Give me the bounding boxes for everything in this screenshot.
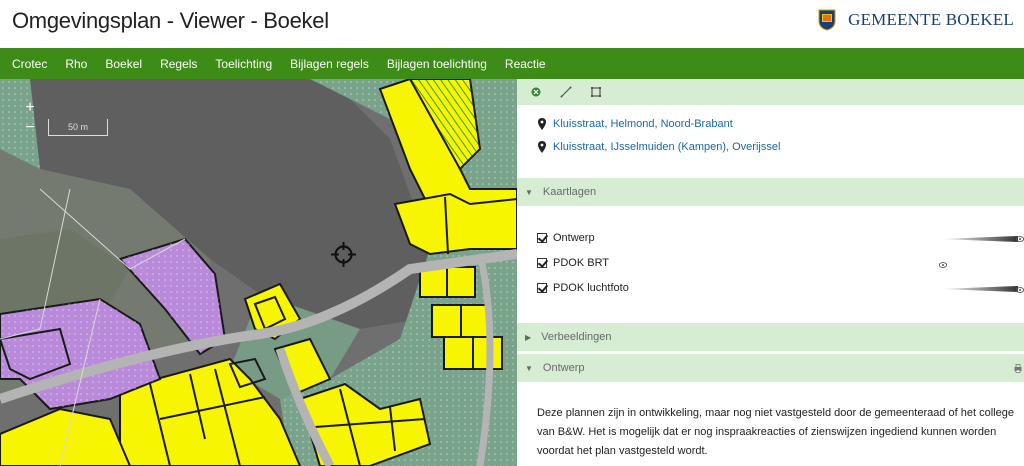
caret-right-icon: ▶	[525, 332, 532, 342]
layer-label: PDOK luchtfoto	[553, 282, 629, 294]
nav-item-regels[interactable]: Regels	[160, 57, 197, 71]
draw-line-icon	[560, 86, 572, 98]
layer-label: PDOK BRT	[553, 257, 610, 269]
eye-icon[interactable]	[939, 262, 947, 268]
zoom-out-button[interactable]: −	[20, 119, 40, 137]
nav-item-toelichting[interactable]: Toelichting	[215, 57, 272, 71]
nav-item-boekel[interactable]: Boekel	[105, 57, 142, 71]
layer-checkbox[interactable]	[537, 233, 547, 243]
print-icon[interactable]	[1014, 364, 1022, 373]
zoom-in-button[interactable]: +	[20, 99, 40, 117]
opacity-slider[interactable]	[940, 286, 1018, 292]
draw-polygon-icon	[591, 87, 601, 97]
opacity-slider[interactable]	[940, 236, 1018, 242]
crosshair-icon	[331, 242, 356, 267]
section-label: Kaartlagen	[542, 186, 597, 198]
brand-name: GEMEENTE BOEKEL	[848, 10, 1014, 29]
caret-down-icon: ▼	[525, 187, 533, 197]
plan-description: Deze plannen zijn in ontwikkeling, maar …	[537, 407, 1014, 457]
location-pin-icon	[538, 141, 546, 153]
brand[interactable]: GEMEENTE BOEKEL	[818, 9, 1014, 31]
search-result-label: Kluisstraat, Helmond, Noord-Brabant	[553, 118, 733, 130]
section-label: Verbeeldingen	[541, 331, 612, 343]
layer-label: Ontwerp	[553, 232, 595, 244]
app-title: Omgevingsplan - Viewer - Boekel	[12, 8, 329, 33]
main-nav: Crotec Rho Boekel Regels Toelichting Bij…	[0, 48, 1024, 79]
location-pin-icon	[538, 118, 546, 130]
nav-item-crotec[interactable]: Crotec	[12, 57, 47, 71]
draw-polygon-button[interactable]	[585, 82, 607, 102]
scale-bar: 50 m	[48, 119, 108, 136]
map-canvas[interactable]	[0, 79, 517, 466]
yellow-zone	[393, 192, 517, 256]
search-result-item[interactable]: Kluisstraat, IJsselmuiden (Kampen), Over…	[537, 141, 780, 153]
section-verbeeldingen[interactable]: ▶ Verbeeldingen	[517, 323, 1024, 351]
layer-checkbox[interactable]	[537, 258, 547, 268]
search-result-label: Kluisstraat, IJsselmuiden (Kampen), Over…	[553, 141, 781, 153]
municipality-crest-icon	[818, 9, 836, 31]
layer-checkbox[interactable]	[537, 283, 547, 293]
section-label: Ontwerp	[542, 362, 585, 374]
section-ontwerp[interactable]: ▼ Ontwerp	[517, 354, 1024, 382]
side-panel: Kluisstraat, Helmond, Noord-Brabant Klui…	[517, 79, 1024, 466]
section-kaartlagen[interactable]: ▼ Kaartlagen	[517, 178, 1024, 206]
map-viewport[interactable]: + − 50 m	[0, 79, 517, 466]
close-circle-icon	[531, 87, 541, 97]
search-result-item[interactable]: Kluisstraat, Helmond, Noord-Brabant	[537, 118, 733, 130]
nav-item-bijlagen-toelichting[interactable]: Bijlagen toelichting	[387, 57, 487, 71]
eye-icon[interactable]	[1016, 287, 1024, 293]
caret-down-icon: ▼	[525, 363, 533, 373]
app-header: Omgevingsplan - Viewer - Boekel GEMEENTE…	[0, 0, 1024, 48]
close-circle-button[interactable]	[525, 82, 547, 102]
nav-item-reactie[interactable]: Reactie	[505, 57, 546, 71]
draw-line-button[interactable]	[555, 82, 577, 102]
nav-item-rho[interactable]: Rho	[65, 57, 87, 71]
drawing-toolbar	[517, 79, 1024, 105]
layer-row-pdok-brt: PDOK BRT	[537, 254, 1024, 272]
eye-icon[interactable]	[1016, 236, 1024, 242]
nav-item-bijlagen-regels[interactable]: Bijlagen regels	[290, 57, 369, 71]
